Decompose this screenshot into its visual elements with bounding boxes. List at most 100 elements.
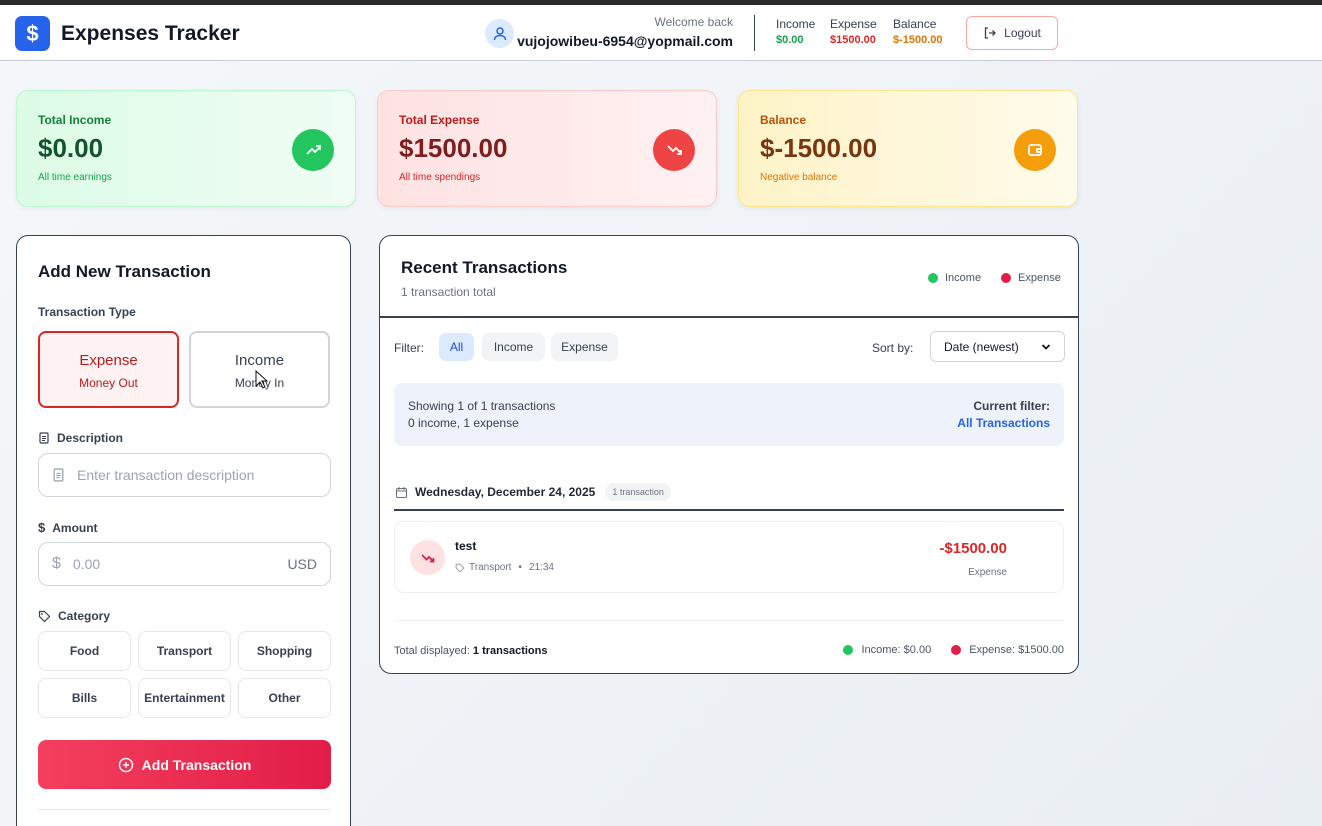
sort-label: Sort by: <box>872 341 914 355</box>
filter-all[interactable]: All <box>439 333 474 361</box>
transaction-amount: -$1500.00 <box>939 540 1007 557</box>
amount-input[interactable]: $ 0.00 USD <box>38 542 331 586</box>
filter-expense[interactable]: Expense <box>551 333 618 361</box>
balance-value: $-1500.00 <box>760 133 878 163</box>
header-expense-stat: Expense $1500.00 <box>830 17 877 46</box>
showing-count: Showing 1 of 1 transactions <box>408 399 556 413</box>
user-email: vujojowibeu-6954@yopmail.com <box>517 33 733 49</box>
chevron-down-icon <box>1041 343 1051 350</box>
trending-down-icon <box>653 129 695 171</box>
expense-type-button[interactable]: Expense Money Out <box>38 331 179 408</box>
user-icon[interactable] <box>485 19 514 48</box>
type-breakdown: 0 income, 1 expense <box>408 416 519 430</box>
legend-expense-label: Expense <box>1018 272 1061 284</box>
date-group-divider <box>394 509 1064 511</box>
description-input[interactable]: Enter transaction description <box>38 453 331 497</box>
income-dot <box>928 273 938 283</box>
header-expense-label: Expense <box>830 17 877 31</box>
header-expense-value: $1500.00 <box>830 34 876 46</box>
filter-label: Filter: <box>394 341 424 355</box>
footer-expense-total: Expense: $1500.00 <box>969 644 1064 656</box>
total-displayed: Total displayed: 1 transactions <box>394 645 547 657</box>
legend-expense: Expense <box>1001 272 1061 284</box>
dollar-icon: $ <box>38 520 46 535</box>
logout-label: Logout <box>1004 26 1041 40</box>
transactions-header-divider <box>380 316 1078 318</box>
footer-divider <box>394 620 1064 621</box>
total-income-card: Total Income $0.00 All time earnings <box>16 90 356 207</box>
filter-summary-box: Showing 1 of 1 transactions 0 income, 1 … <box>394 383 1064 446</box>
date-group-count: 1 transaction <box>605 483 671 501</box>
total-expense-label: Total Expense <box>399 113 480 127</box>
transaction-type-label: Transaction Type <box>38 305 136 319</box>
footer-income-total: Income: $0.00 <box>861 644 932 656</box>
logout-button[interactable]: Logout <box>966 16 1058 50</box>
app-title: Expenses Tracker <box>61 22 240 45</box>
form-title: Add New Transaction <box>38 262 211 281</box>
description-label-text: Description <box>57 431 124 445</box>
add-transaction-panel: Add New Transaction Transaction Type Exp… <box>16 235 351 826</box>
header-balance-label: Balance <box>893 17 937 31</box>
dollar-icon: $ <box>15 16 50 51</box>
category-transport[interactable]: Transport <box>138 631 231 671</box>
legend-income-label: Income <box>945 272 982 284</box>
income-dot <box>843 645 854 655</box>
plus-circle-icon <box>118 757 133 772</box>
transactions-title: Recent Transactions <box>401 258 568 277</box>
expense-dot <box>951 645 962 655</box>
expense-type-title: Expense <box>79 352 138 369</box>
category-label-text: Category <box>58 609 111 623</box>
header-income-stat: Income $0.00 <box>776 17 815 46</box>
amount-label-text: Amount <box>52 520 98 535</box>
amount-placeholder: 0.00 <box>72 556 101 572</box>
category-bills[interactable]: Bills <box>38 678 131 718</box>
tag-icon <box>455 563 465 573</box>
expense-type-sub: Money Out <box>79 376 138 390</box>
recent-transactions-panel: Recent Transactions 1 transaction total … <box>379 235 1079 674</box>
transaction-name: test <box>455 539 477 553</box>
category-other[interactable]: Other <box>238 678 331 718</box>
legend-income: Income <box>928 272 981 284</box>
header-income-value: $0.00 <box>776 34 804 46</box>
welcome-text: Welcome back <box>654 15 733 29</box>
income-type-title: Income <box>234 352 285 369</box>
current-filter-label: Current filter: <box>973 399 1050 413</box>
mouse-cursor-icon <box>255 370 269 389</box>
transaction-time: 21:34 <box>528 562 554 573</box>
trending-down-icon <box>410 540 445 575</box>
footer-totals: Income: $0.00 Expense: $1500.00 <box>843 644 1064 656</box>
add-transaction-button[interactable]: Add Transaction <box>38 740 331 789</box>
transaction-category: Transport <box>469 562 512 573</box>
date-group-label: Wednesday, December 24, 2025 <box>415 485 596 499</box>
add-transaction-label: Add Transaction <box>141 756 252 773</box>
document-icon <box>39 432 49 444</box>
description-placeholder: Enter transaction description <box>77 467 255 483</box>
transaction-type-text: Transaction Type <box>38 305 136 319</box>
total-expense-card: Total Expense $1500.00 All time spending… <box>377 90 717 207</box>
total-income-value: $0.00 <box>38 133 104 163</box>
trending-up-icon <box>292 129 334 171</box>
total-displayed-label: Total displayed: <box>394 645 470 657</box>
amount-label: $ Amount <box>38 520 98 535</box>
sort-value: Date (newest) <box>944 339 1019 354</box>
category-food[interactable]: Food <box>38 631 131 671</box>
category-entertainment[interactable]: Entertainment <box>138 678 231 718</box>
date-group-header: Wednesday, December 24, 2025 1 transacti… <box>395 483 671 501</box>
total-expense-sub: All time spendings <box>399 172 481 183</box>
total-income-sub: All time earnings <box>38 172 112 183</box>
app-header: $ Expenses Tracker Welcome back vujojowi… <box>0 5 1322 61</box>
total-expense-value: $1500.00 <box>399 133 508 163</box>
transaction-row[interactable]: test Transport • 21:34 -$1500.00 Expense <box>394 521 1064 593</box>
current-filter-value: All Transactions <box>957 416 1050 430</box>
filter-income[interactable]: Income <box>482 333 545 361</box>
wallet-icon <box>1014 129 1056 171</box>
transactions-subtitle: 1 transaction total <box>401 285 496 299</box>
currency-code: USD <box>287 556 317 572</box>
header-balance-value: $-1500.00 <box>893 34 943 46</box>
category-shopping[interactable]: Shopping <box>238 631 331 671</box>
sort-select[interactable]: Date (newest) <box>930 331 1065 362</box>
currency-symbol: $ <box>52 555 61 572</box>
header-income-label: Income <box>776 17 816 31</box>
total-displayed-value: 1 transactions <box>472 645 548 657</box>
expense-dot <box>1001 273 1011 283</box>
